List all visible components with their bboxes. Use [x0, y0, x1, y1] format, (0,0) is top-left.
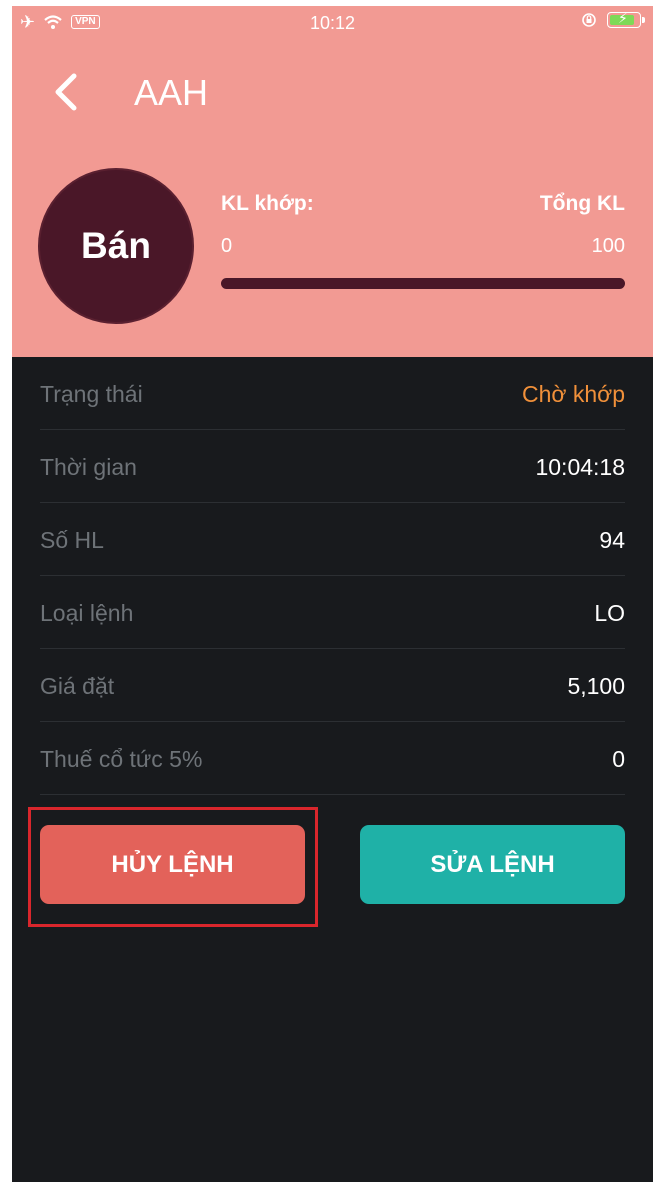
status-bar: ✈ VPN 10:12 ⚡ [12, 6, 653, 40]
match-progress-bar [221, 278, 625, 289]
status-label: Trạng thái [40, 381, 143, 407]
detail-row-dividend-tax: Thuế cổ tức 5% 0 [40, 722, 625, 795]
edit-order-button[interactable]: SỬA LỆNH [360, 825, 625, 904]
back-button[interactable] [48, 70, 84, 114]
dividend-tax-label: Thuế cổ tức 5% [40, 746, 203, 772]
order-number-value: 94 [599, 527, 625, 553]
matched-volume-value: 0 [221, 235, 233, 257]
detail-row-order-number: Số HL 94 [40, 503, 625, 576]
matched-volume-label: KL khớp: [221, 192, 314, 215]
detail-row-time: Thời gian 10:04:18 [40, 430, 625, 503]
dividend-tax-value: 0 [612, 746, 625, 772]
order-type-value: LO [594, 600, 625, 626]
chevron-left-icon [55, 73, 77, 111]
order-type-label: Loại lệnh [40, 600, 134, 626]
time-label: Thời gian [40, 454, 137, 480]
time-value: 10:04:18 [535, 454, 625, 480]
battery-charging-icon: ⚡ [607, 10, 645, 28]
total-volume-value: 100 [591, 235, 625, 257]
stock-symbol-title: AAH [134, 72, 209, 113]
status-value: Chờ khớp [521, 381, 625, 407]
detail-row-price: Giá đặt 5,100 [40, 649, 625, 722]
total-volume-label: Tổng KL [539, 192, 625, 215]
order-number-label: Số HL [40, 527, 104, 553]
cancel-order-button[interactable]: HỦY LỆNH [40, 825, 305, 904]
order-details: Trạng thái Chờ khớp Thời gian 10:04:18 S… [40, 357, 625, 795]
detail-row-order-type: Loại lệnh LO [40, 576, 625, 649]
status-time: 10:12 [309, 13, 356, 33]
price-label: Giá đặt [40, 673, 115, 699]
phone-screen: ✈ VPN 10:12 ⚡ AAH Bán KL khớp: Tổng KL 0… [12, 6, 653, 1182]
order-header: ✈ VPN 10:12 ⚡ AAH Bán KL khớp: Tổng KL 0… [12, 6, 653, 357]
detail-row-status: Trạng thái Chờ khớp [40, 357, 625, 430]
price-value: 5,100 [567, 673, 625, 699]
orientation-lock-icon [582, 13, 596, 27]
order-side-badge: Bán [40, 170, 192, 322]
